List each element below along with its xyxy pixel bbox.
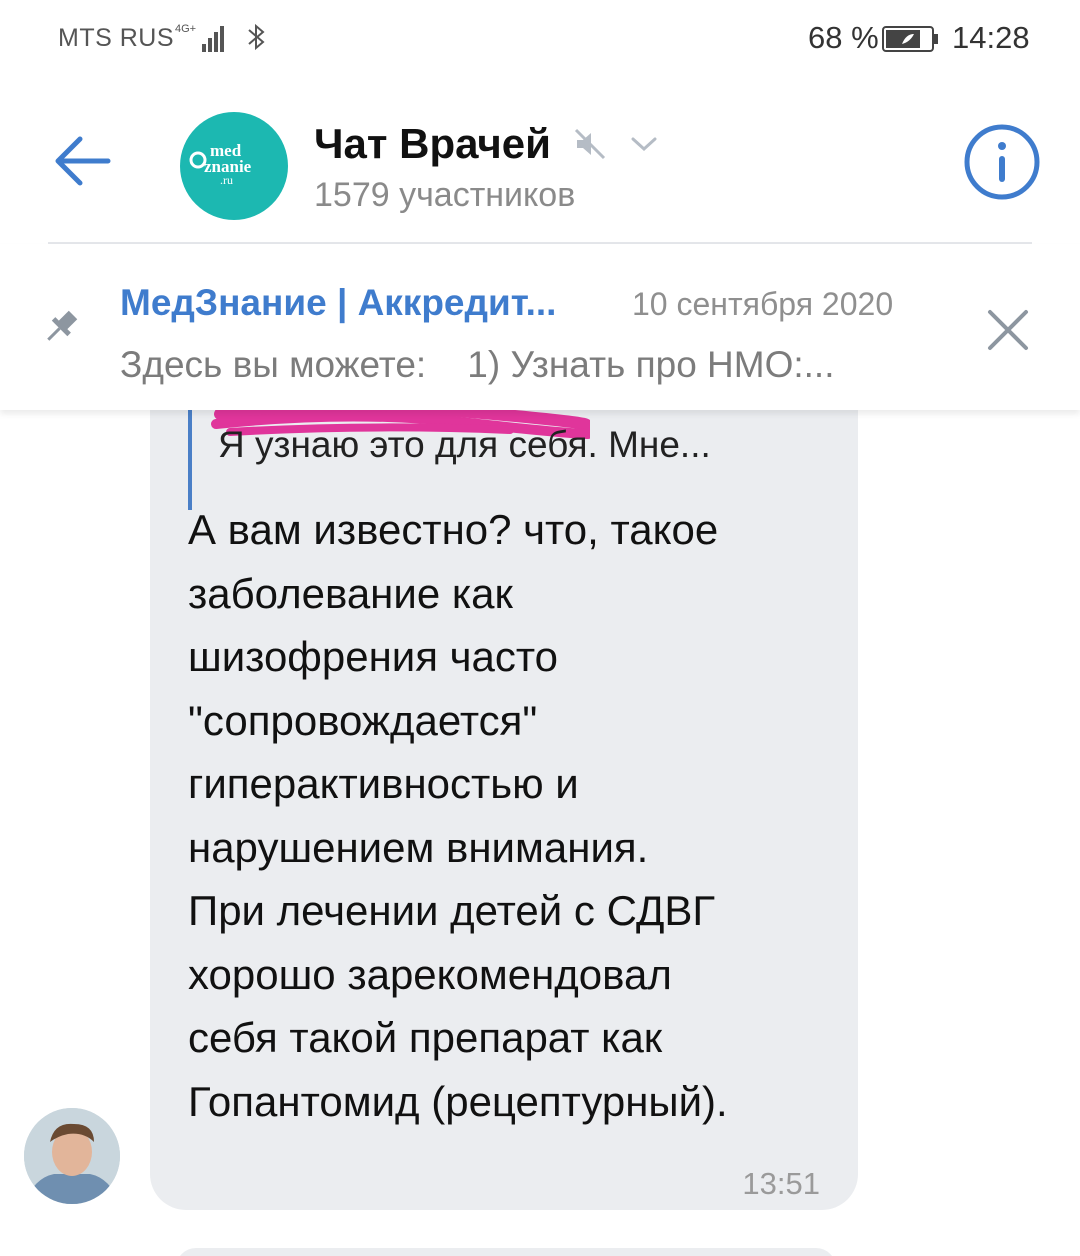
battery-percent: 68 %	[808, 20, 879, 55]
signal-icon: 4G+	[175, 23, 224, 52]
pinned-text: Здесь вы можете: 1) Узнать про НМО:...	[120, 344, 835, 385]
pinned-date: 10 сентября 2020	[632, 286, 894, 322]
clock: 14:28	[952, 20, 1030, 55]
message-line: При лечении детей с СДВГ	[188, 887, 716, 934]
user-photo-icon	[24, 1108, 120, 1204]
svg-text:.ru: .ru	[220, 173, 233, 187]
info-icon[interactable]	[962, 122, 1042, 202]
participants-count: 1579 участников	[314, 176, 576, 214]
reply-text: Я узнаю это для себя. Мне...	[218, 424, 711, 465]
message-line: "сопровождается"	[188, 696, 538, 744]
chat-avatar[interactable]: med znanie .ru	[180, 112, 288, 220]
chevron-down-icon[interactable]	[629, 134, 659, 154]
chat-header: med znanie .ru Чат Врачей 1579 участнико…	[0, 80, 1080, 240]
status-bar: MTS RUS 4G+ 68 % 14:28	[0, 0, 1080, 80]
medznanie-logo-icon: med znanie .ru	[189, 141, 252, 187]
reply-bar	[188, 410, 192, 510]
message-line: хорошо зарекомендовал	[188, 950, 672, 998]
next-message-bubble[interactable]	[176, 1248, 836, 1256]
message-line: гиперактивностью и	[188, 760, 579, 807]
chat-title-row[interactable]: Чат Врачей	[314, 116, 659, 172]
bluetooth-icon	[248, 23, 265, 51]
pin-icon	[47, 310, 78, 341]
sender-avatar[interactable]	[24, 1108, 120, 1204]
message-line: шизофрения часто	[188, 633, 559, 680]
message-line: себя такой препарат как	[188, 1014, 663, 1061]
network-type: 4G+	[175, 23, 196, 35]
message-list[interactable]: Я узнаю это для себя. Мне... А вам извес…	[0, 410, 1080, 1256]
message-time: 13:51	[742, 1166, 820, 1201]
mute-icon	[574, 128, 606, 160]
close-icon[interactable]	[984, 306, 1032, 354]
chat-title: Чат Врачей	[314, 120, 551, 167]
message-line: А вам известно? что, такое	[188, 506, 719, 553]
carrier-name: MTS RUS	[58, 24, 174, 52]
message-bubble[interactable]: Я узнаю это для себя. Мне... А вам извес…	[150, 410, 858, 1210]
message-line: Гопантомид (рецептурный).	[188, 1077, 728, 1125]
pinned-author: МедЗнание | Аккредит...	[120, 282, 557, 323]
back-arrow-icon[interactable]	[46, 125, 118, 197]
message-text: А вам известно? что, такое заболевание к…	[188, 498, 848, 1133]
message-line: заболевание как	[188, 569, 513, 617]
message-line: нарушением внимания.	[188, 823, 649, 871]
battery-icon	[882, 26, 938, 52]
pinned-message[interactable]: МедЗнание | Аккредит... 10 сентября 2020…	[0, 244, 1080, 410]
